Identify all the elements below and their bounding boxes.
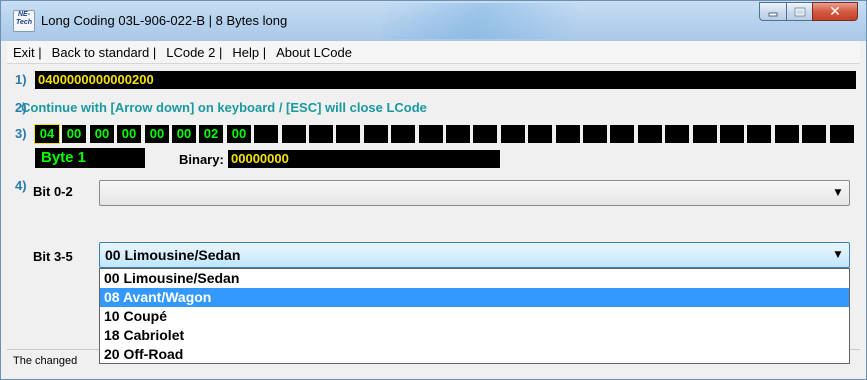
byte-cell[interactable] xyxy=(446,125,470,143)
close-icon: ✕ xyxy=(829,3,841,20)
byte-cell[interactable] xyxy=(610,125,634,143)
window-title: Long Coding 03L-906-022-B | 8 Bytes long xyxy=(41,13,288,28)
close-button[interactable]: ✕ xyxy=(812,2,858,21)
chevron-down-icon: ▼ xyxy=(834,250,842,260)
bit35-label: Bit 3-5 xyxy=(33,249,73,264)
bit02-select[interactable]: ▼ xyxy=(99,180,850,206)
bit35-value: 00 Limousine/Sedan xyxy=(105,247,241,263)
byte-cell[interactable] xyxy=(583,125,607,143)
byte-cell[interactable]: 00 xyxy=(145,125,169,143)
bit35-select[interactable]: 00 Limousine/Sedan ▼ xyxy=(99,242,850,268)
title-bar[interactable]: NE- Tech Long Coding 03L-906-022-B | 8 By… xyxy=(1,1,866,41)
binary-value: 00000000 xyxy=(231,151,289,166)
byte-cell[interactable]: 00 xyxy=(90,125,114,143)
coding-value: 0400000000000200 xyxy=(38,72,154,87)
title-bar-decoration xyxy=(381,3,661,39)
maximize-icon xyxy=(794,7,805,16)
option-limousine-sedan[interactable]: 00 Limousine/Sedan xyxy=(100,269,849,288)
coding-field[interactable]: 0400000000000200 xyxy=(35,71,856,89)
option-off-road[interactable]: 20 Off-Road xyxy=(100,345,849,364)
client-area: 1) 0400000000000200 Continue with [Arrow… xyxy=(7,64,860,373)
row3-number: 3) xyxy=(15,126,27,141)
byte-cell[interactable] xyxy=(665,125,689,143)
byte-cell[interactable] xyxy=(364,125,388,143)
byte-cell[interactable] xyxy=(747,125,771,143)
byte-cell[interactable]: 00 xyxy=(117,125,141,143)
lcode-window: NE- Tech Long Coding 03L-906-022-B | 8 By… xyxy=(0,0,867,380)
byte-cell[interactable] xyxy=(391,125,415,143)
byte-cell[interactable] xyxy=(693,125,717,143)
menu-help[interactable]: Help | xyxy=(228,45,270,60)
byte-cell[interactable]: 00 xyxy=(62,125,86,143)
byte-cell[interactable] xyxy=(830,125,854,143)
menu-back-to-standard[interactable]: Back to standard | xyxy=(48,45,161,60)
byte-cell[interactable] xyxy=(501,125,525,143)
binary-field: 00000000 xyxy=(228,150,500,168)
chevron-down-icon: ▼ xyxy=(834,188,842,198)
option-avant-wagon[interactable]: 08 Avant/Wagon xyxy=(100,288,849,307)
app-icon[interactable]: NE- Tech xyxy=(13,10,35,32)
option-coupe[interactable]: 10 Coupé xyxy=(100,307,849,326)
row4-number: 4) xyxy=(15,178,27,193)
row1-number: 1) xyxy=(15,72,27,87)
byte-cell[interactable] xyxy=(528,125,552,143)
byte-cell[interactable] xyxy=(638,125,662,143)
bit35-dropdown-list[interactable]: 00 Limousine/Sedan 08 Avant/Wagon 10 Cou… xyxy=(99,268,850,364)
selected-byte-label: Byte 1 xyxy=(41,149,87,166)
menu-lcode2[interactable]: LCode 2 | xyxy=(162,45,226,60)
byte-cell[interactable] xyxy=(309,125,333,143)
byte-cell[interactable]: 00 xyxy=(227,125,251,143)
caption-buttons: ✕ xyxy=(759,2,858,22)
byte-cell[interactable] xyxy=(720,125,744,143)
binary-label: Binary: xyxy=(179,152,224,167)
byte-cell[interactable] xyxy=(254,125,278,143)
byte-cell[interactable] xyxy=(802,125,826,143)
menu-about-lcode[interactable]: About LCode xyxy=(272,45,356,60)
instruction-hint: Continue with [Arrow down] on keyboard /… xyxy=(21,100,427,115)
byte-cell[interactable]: 02 xyxy=(199,125,223,143)
byte-cell[interactable]: 04 xyxy=(34,124,60,144)
row2-number: 2) xyxy=(15,100,27,115)
status-text: The changed xyxy=(13,355,78,367)
byte-cell[interactable] xyxy=(282,125,306,143)
selected-byte-box: Byte 1 xyxy=(35,148,145,168)
byte-cell[interactable] xyxy=(473,125,497,143)
minimize-button[interactable] xyxy=(759,2,786,21)
maximize-button[interactable] xyxy=(786,2,812,21)
byte-cell[interactable] xyxy=(419,125,443,143)
byte-cell[interactable] xyxy=(556,125,580,143)
byte-cell[interactable] xyxy=(336,125,360,143)
minimize-icon xyxy=(768,12,778,16)
menu-bar: Exit | Back to standard | LCode 2 | Help… xyxy=(7,41,860,64)
menu-exit[interactable]: Exit | xyxy=(9,45,46,60)
byte-cell[interactable]: 00 xyxy=(172,125,196,143)
bit02-label: Bit 0-2 xyxy=(33,184,73,199)
byte-cell[interactable] xyxy=(775,125,799,143)
option-cabriolet[interactable]: 18 Cabriolet xyxy=(100,326,849,345)
